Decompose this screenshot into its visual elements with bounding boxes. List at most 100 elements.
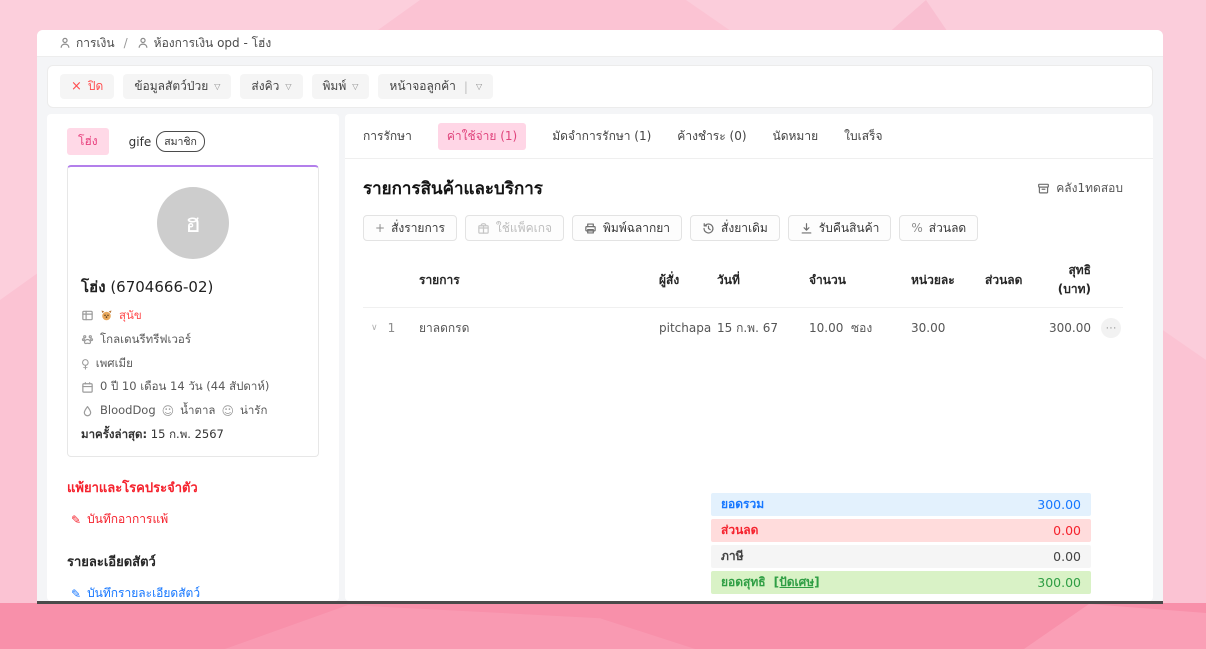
avatar: ฮ — [157, 187, 229, 259]
age-value: 0 ปี 10 เดือน 14 วัน (44 สัปดาห์) — [100, 379, 270, 394]
net-label: ยอดสุทธิ — [721, 575, 766, 589]
subtotal-value: 300.00 — [1037, 497, 1081, 512]
gender-value: เพศเมีย — [95, 355, 133, 370]
discount-label: ส่วนลด — [721, 523, 759, 537]
background-decoration — [0, 603, 1206, 649]
species-icon — [82, 311, 93, 321]
column-total: สุทธิ (บาท) — [1057, 263, 1091, 296]
patient-sidebar: โฮ่ง gife สมาชิก ฮ โฮ่ง (6704666-02) สุน… — [47, 114, 339, 601]
sidebar-tabs: โฮ่ง gife สมาชิก — [67, 128, 319, 155]
column-discount: ส่วนลด — [985, 272, 1023, 287]
trait-face-icon: ☺ — [221, 404, 234, 419]
summary-row-net: ยอดสุทธิ [ปัดเศษ] 300.00 — [711, 571, 1091, 594]
row-more-button[interactable]: ··· — [1101, 318, 1121, 338]
summary-row-subtotal: ยอดรวม 300.00 — [711, 493, 1091, 516]
breadcrumb-item-finance[interactable]: การเงิน — [59, 34, 115, 53]
dog-face-icon — [101, 310, 112, 321]
chevron-down-icon: ▽ — [285, 81, 292, 91]
send-queue-button[interactable]: ส่งคิว ▽ — [240, 74, 303, 99]
background-decoration — [224, 605, 696, 649]
tab-deposit[interactable]: มัดจำการรักษา (1) — [552, 127, 651, 146]
print-drug-label-button[interactable]: พิมพ์ฉลากยา — [572, 215, 683, 241]
color-value: น้ำตาล — [180, 403, 216, 418]
table-row[interactable]: ∨ 1 ยาลดกรด pitchapa 15 ก.พ. 67 10.00 ซอ… — [363, 308, 1123, 348]
species-value: สุนัข — [119, 308, 142, 322]
member-badge: สมาชิก — [156, 131, 205, 152]
tax-value: 0.00 — [1053, 549, 1081, 564]
breadcrumb-separator: / — [123, 36, 128, 50]
printer-icon — [585, 222, 596, 234]
item-actions: + สั่งรายการ ใช้แพ็คเกจ พิมพ์ฉลากยา สั่ง… — [363, 215, 1123, 241]
tab-pet-name[interactable]: โฮ่ง — [67, 128, 109, 155]
net-value: 300.00 — [1037, 575, 1081, 590]
summary-row-tax: ภาษี 0.00 — [711, 545, 1091, 568]
use-package-button[interactable]: ใช้แพ็คเกจ — [464, 215, 564, 241]
item-name: ยาลดกรด — [419, 320, 470, 335]
tab-appointments[interactable]: นัดหมาย — [773, 127, 819, 146]
print-button[interactable]: พิมพ์ ▽ — [311, 74, 370, 99]
column-orderer: ผู้สั่ง — [659, 272, 680, 287]
return-goods-button[interactable]: รับคืนสินค้า — [787, 215, 892, 241]
breed-line: โกลเดนรีทรีฟเวอร์ — [81, 331, 305, 349]
column-qty: จำนวน — [809, 272, 846, 287]
discount-button[interactable]: % ส่วนลด — [899, 215, 979, 241]
gender-line: ♀ เพศเมีย — [81, 355, 305, 373]
tab-outstanding[interactable]: ค้างชำระ (0) — [677, 127, 746, 146]
expand-row-icon[interactable]: ∨ — [371, 323, 378, 333]
row-total: 300.00 — [1049, 321, 1091, 335]
column-date: วันที่ — [717, 272, 740, 287]
main-panel: การรักษา ค่าใช้จ่าย (1) มัดจำการรักษา (1… — [345, 114, 1153, 601]
quantity: 10.00 ซอง — [809, 320, 873, 335]
column-item: รายการ — [419, 272, 460, 287]
age-line: 0 ปี 10 เดือน 14 วัน (44 สัปดาห์) — [81, 378, 305, 396]
patient-data-button[interactable]: ข้อมูลสัตว์ป่วย ▽ — [123, 74, 232, 99]
breadcrumb-label: ห้องการเงิน opd - โฮ่ง — [153, 35, 272, 50]
age-icon — [82, 381, 93, 393]
main-tabs: การรักษา ค่าใช้จ่าย (1) มัดจำการรักษา (1… — [345, 114, 1153, 159]
table-header: รายการ ผู้สั่ง วันที่ จำนวน หน่วยละ ส่วน… — [363, 253, 1123, 308]
tab-receipt[interactable]: ใบเสร็จ — [844, 127, 882, 146]
section-title: รายการสินค้าและบริการ — [363, 179, 543, 199]
breadcrumb-item-cashier-room[interactable]: ห้องการเงิน opd - โฮ่ง — [137, 34, 272, 53]
trait-value: น่ารัก — [239, 403, 268, 418]
close-icon: × — [71, 79, 82, 94]
pet-details-section-title: รายละเอียดสัตว์ — [67, 555, 156, 571]
chevron-down-icon: ▽ — [475, 81, 483, 91]
order-item-button[interactable]: + สั่งรายการ — [363, 215, 457, 241]
background-decoration — [1024, 604, 1206, 649]
tab-owner[interactable]: gife สมาชิก — [129, 131, 205, 152]
reorder-previous-button[interactable]: สั่งยาเดิม — [690, 215, 780, 241]
divider: | — [463, 79, 468, 94]
warehouse-selector[interactable]: คลัง1ทดสอบ — [1037, 179, 1123, 198]
tab-expenses[interactable]: ค่าใช้จ่าย (1) — [437, 123, 527, 150]
blood-value: BloodDog — [100, 403, 156, 418]
archive-box-icon — [1038, 183, 1050, 194]
chevron-down-icon: ▽ — [214, 81, 221, 91]
customer-screen-button[interactable]: หน้าจอลูกค้า | ▽ — [378, 74, 494, 99]
pencil-icon: ✎ — [71, 512, 82, 527]
blood-drop-icon — [83, 405, 92, 416]
empty-area — [363, 348, 1123, 493]
close-button[interactable]: × ปิด — [60, 74, 115, 99]
discount-value: 0.00 — [1053, 523, 1081, 538]
record-allergy-link[interactable]: ✎ บันทึกอาการแพ้ — [71, 510, 319, 529]
last-visit: มาครั้งล่าสุด: 15 ก.พ. 2567 — [81, 427, 224, 442]
female-icon: ♀ — [81, 356, 90, 371]
column-unit-price: หน่วยละ — [911, 272, 955, 287]
app-window: การเงิน / ห้องการเงิน opd - โฮ่ง × ปิด ข… — [37, 30, 1163, 604]
breed-value: โกลเดนรีทรีฟเวอร์ — [100, 331, 191, 346]
traits-line: BloodDog ☺ น้ำตาล ☺ น่ารัก — [81, 402, 305, 420]
chevron-down-icon: ▽ — [352, 81, 359, 91]
row-index: 1 — [387, 321, 396, 335]
person-icon — [138, 37, 148, 48]
return-arrow-icon — [801, 222, 812, 234]
rounding-link[interactable]: [ปัดเศษ] — [774, 573, 820, 592]
record-pet-details-link[interactable]: ✎ บันทึกรายละเอียดสัตว์ — [71, 584, 319, 601]
species-line: สุนัข — [81, 307, 305, 325]
person-icon — [60, 37, 70, 48]
tab-treatment[interactable]: การรักษา — [363, 127, 412, 146]
unit-price: 30.00 — [911, 321, 946, 335]
summary-row-discount: ส่วนลด 0.00 — [711, 519, 1091, 542]
breadcrumb: การเงิน / ห้องการเงิน opd - โฮ่ง — [37, 30, 1163, 57]
totals-summary: ยอดรวม 300.00 ส่วนลด 0.00 ภาษี 0.00 ยอดส… — [711, 493, 1091, 599]
